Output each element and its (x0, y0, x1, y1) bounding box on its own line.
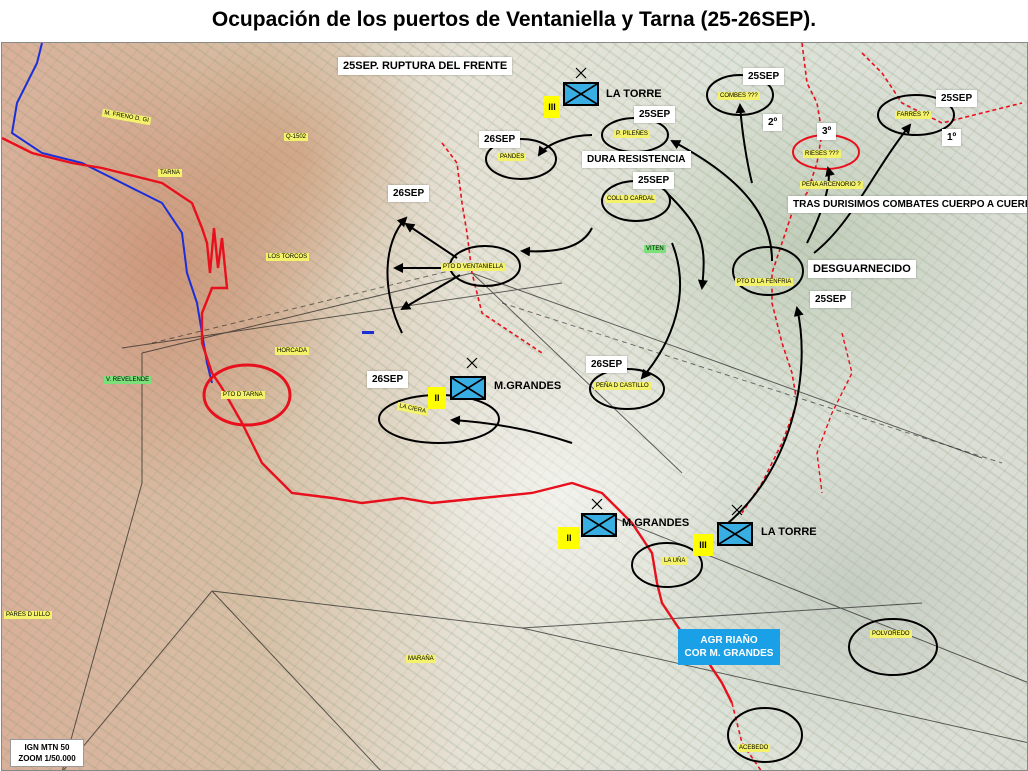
place-label: PTO D VENTANIELLA (441, 263, 506, 271)
echelon-badge: II (558, 527, 580, 549)
tras-combates-label: TRAS DURISIMOS COMBATES CUERPO A CUERPO (788, 196, 1027, 213)
order-label: 3º (817, 123, 837, 140)
map-scale-box: IGN MTN 50 ZOOM 1/50.000 (10, 739, 84, 767)
place-label: MARAÑA (406, 655, 436, 663)
grid-lines (62, 272, 1027, 770)
desguarnecido-label: DESGUARNECIDO (808, 260, 916, 278)
date-label: 26SEP (479, 131, 521, 148)
echelon-badge: III (544, 96, 560, 118)
echelon-badge: III (693, 534, 713, 556)
order-label: 1º (942, 129, 962, 146)
scale-line1: IGN MTN 50 (24, 743, 70, 752)
place-label: PARES D LILLO (4, 611, 52, 619)
rupture-label: 25SEP. RUPTURA DEL FRENTE (338, 57, 513, 75)
front-line (2, 136, 734, 704)
date-label: 25SEP (936, 90, 978, 107)
place-label: LA UÑA (662, 557, 688, 565)
place-label: HORCADA (275, 347, 310, 355)
place-label: Q-1502 (284, 133, 309, 141)
dura-resistencia-label: DURA RESISTENCIA (582, 151, 691, 168)
place-label: LOS TORCOS (266, 253, 310, 261)
echelon-badge: II (428, 387, 446, 409)
place-label: P. PILEÑES (614, 130, 650, 138)
agrupacion-box: AGR RIAÑO COR M. GRANDES (678, 629, 780, 665)
place-label: PANDES (498, 153, 527, 161)
place-label: FARRES ?? (895, 111, 932, 119)
place-label: POLVOREDO (870, 630, 912, 638)
place-label: ACEBEDO (737, 744, 771, 752)
date-label: 25SEP (743, 68, 785, 85)
place-label: PEÑA D CASTILLO (594, 382, 651, 390)
place-label: VITEN (644, 245, 666, 253)
place-label: RIESES ??? (803, 150, 841, 158)
date-label: 25SEP (810, 291, 852, 308)
place-label: PTO D TARNA (221, 391, 265, 399)
place-label: PTO D LA FENFRIA (735, 278, 794, 286)
unit-name: M.GRANDES (622, 517, 690, 529)
infantry-unit-icon (581, 513, 617, 537)
topographic-map: 25SEP. RUPTURA DEL FRENTE DURA RESISTENC… (1, 42, 1028, 771)
place-label: V. REVELENDE (104, 376, 152, 384)
river-line (10, 43, 213, 384)
scale-line2: ZOOM 1/50.000 (18, 754, 76, 763)
unit-name: M.GRANDES (494, 380, 562, 392)
unit-name: LA TORRE (606, 88, 662, 100)
infantry-unit-icon (563, 82, 599, 106)
agrupacion-line1: AGR RIAÑO (700, 635, 758, 646)
agrupacion-line2: COR M. GRANDES (684, 648, 774, 659)
place-label: COLL D CARDAL (605, 195, 657, 203)
unit-name: LA TORRE (761, 526, 817, 538)
date-label: 26SEP (586, 356, 628, 373)
date-label: 25SEP (634, 106, 676, 123)
place-label: TARNA (158, 169, 182, 177)
infantry-unit-icon (717, 522, 753, 546)
place-label: COMBES ??? (718, 92, 760, 100)
place-label: PEÑA ARCENORIO ? (800, 181, 863, 189)
infantry-unit-icon (450, 376, 486, 400)
date-label: 26SEP (367, 371, 409, 388)
date-label: 25SEP (633, 172, 675, 189)
map-title: Ocupación de los puertos de Ventaniella … (211, 8, 817, 31)
order-label: 2º (763, 114, 783, 131)
date-label: 26SEP (388, 185, 430, 202)
